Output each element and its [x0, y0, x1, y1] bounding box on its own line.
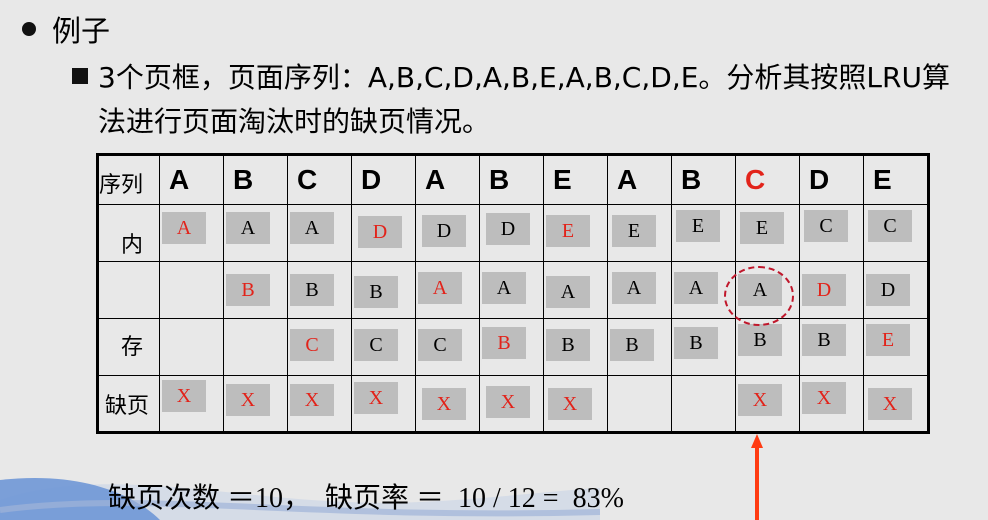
fault-mark: X — [486, 386, 530, 418]
frame-cell: A — [546, 276, 590, 308]
fault-mark: X — [738, 384, 782, 416]
seq-cell: B — [489, 164, 510, 195]
frame-cell: C — [804, 210, 848, 242]
seq-cell: D — [361, 164, 382, 195]
fault-summary: 缺页次数 ＝10， 缺页率 ＝ 10 / 12 = 83% — [108, 483, 624, 514]
frame-cell: A — [162, 212, 206, 244]
frame-cell: D — [802, 274, 846, 306]
lru-table: 序列 A B C D A B E A B C D E 内 A A A D D D… — [96, 153, 930, 434]
frame-cell: D — [866, 274, 910, 306]
frame-cell: E — [612, 215, 656, 247]
frame-cell: C — [354, 329, 398, 361]
fault-mark: X — [548, 388, 592, 420]
seq-cell: B — [681, 164, 702, 195]
seq-cell: E — [873, 164, 892, 195]
fault-mark: X — [226, 384, 270, 416]
frame-cell: E — [676, 210, 720, 242]
fault-mark: X — [868, 388, 912, 420]
frame-cell: C — [418, 329, 462, 361]
frame-cell: D — [422, 215, 466, 247]
seq-cell: C — [297, 164, 318, 195]
frame-cell: E — [740, 212, 784, 244]
frame-cell: B — [738, 324, 782, 356]
seq-cell: A — [425, 164, 446, 195]
sequence-row: 序列 A B C D A B E A B C D E — [97, 154, 929, 205]
frame-cell: D — [358, 216, 402, 248]
seq-cell: A — [617, 164, 638, 195]
frame-cell: B — [674, 327, 718, 359]
frame-cell: B — [802, 324, 846, 356]
seq-cell: A — [169, 164, 190, 195]
memory-row-2: B B B A A A A A A D D — [97, 261, 929, 319]
replaced-page-circle — [724, 266, 794, 326]
frame-cell: A — [418, 272, 462, 304]
memory-label-top: 内 — [121, 233, 144, 258]
seq-cell: E — [553, 164, 572, 195]
frame-cell: B — [546, 329, 590, 361]
frame-cell: A — [612, 272, 656, 304]
frame-cell: A — [674, 272, 718, 304]
fault-mark: X — [422, 388, 466, 420]
memory-row-3: 存 C C C B B B B B B E — [97, 318, 929, 376]
fault-label: 缺页 — [105, 394, 150, 419]
seq-cell: D — [809, 164, 830, 195]
example-bullet: 例子 — [22, 8, 110, 50]
memory-row-1: 内 A A A D D D E E E E C C — [97, 204, 929, 262]
heading: 例子 — [52, 14, 111, 48]
seq-cell: B — [233, 164, 254, 195]
frame-cell: B — [226, 274, 270, 306]
frame-cell: C — [868, 210, 912, 242]
memory-label-bottom: 存 — [121, 335, 144, 360]
frame-cell: B — [610, 329, 654, 361]
frame-cell: E — [866, 324, 910, 356]
sequence-label: 序列 — [99, 173, 144, 198]
fault-mark: X — [802, 382, 846, 414]
frame-cell: B — [482, 327, 526, 359]
frame-cell: C — [290, 329, 334, 361]
fault-mark: X — [354, 382, 398, 414]
fault-row: 缺页 X X X X X X X X X X — [97, 375, 929, 433]
frame-cell: A — [290, 212, 334, 244]
frame-cell: B — [290, 274, 334, 306]
fault-mark: X — [290, 384, 334, 416]
frame-cell: A — [226, 212, 270, 244]
problem-text: 3个页框，页面序列：A,B,C,D,A,B,E,A,B,C,D,E。分析其按照L… — [98, 61, 950, 138]
bullet-dot-icon — [22, 22, 36, 36]
frame-cell: E — [546, 215, 590, 247]
square-bullet-icon — [72, 68, 88, 84]
seq-cell-highlight: C — [745, 164, 766, 195]
frame-cell: B — [354, 276, 398, 308]
frame-cell: A — [482, 272, 526, 304]
problem-statement: 3个页框，页面序列：A,B,C,D,A,B,E,A,B,C,D,E。分析其按照L… — [72, 56, 972, 144]
frame-cell: D — [486, 213, 530, 245]
arrow-up-icon — [751, 434, 763, 520]
fault-mark: X — [162, 380, 206, 412]
